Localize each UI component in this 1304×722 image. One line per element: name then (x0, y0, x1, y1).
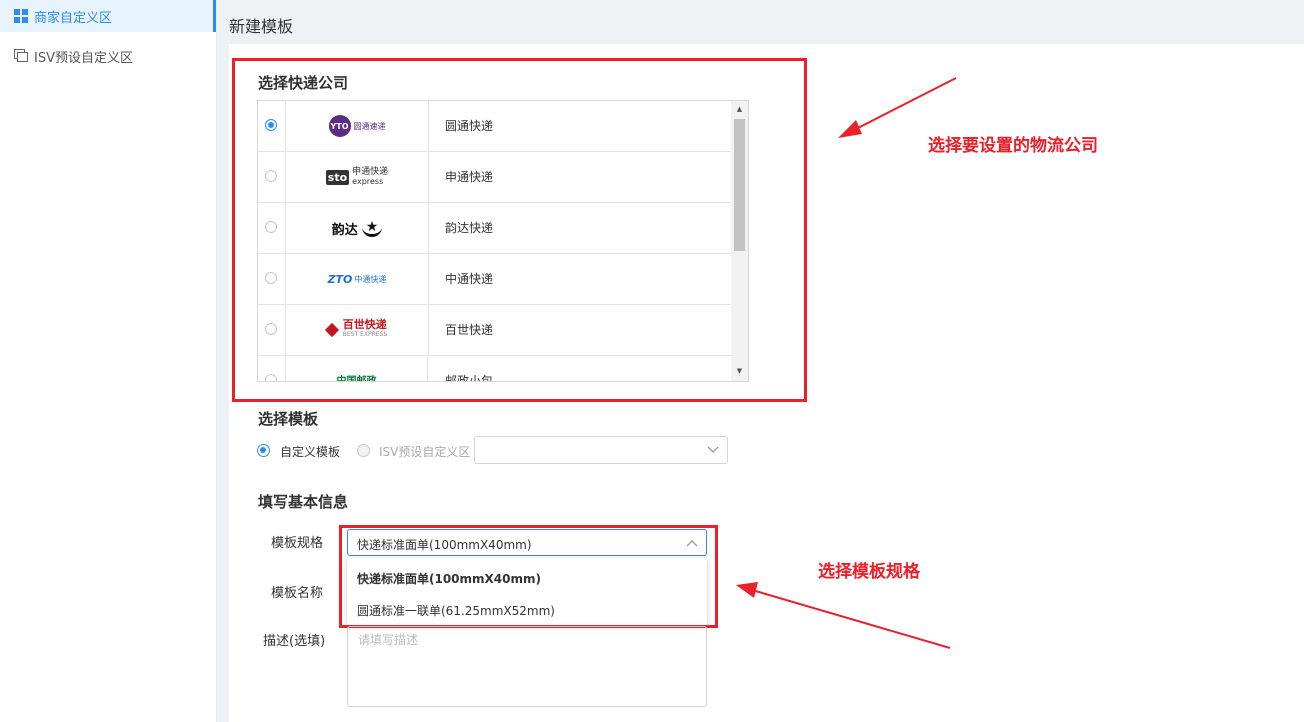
sidebar-item-merchant-custom[interactable]: 商家自定义区 (0, 0, 216, 32)
template-isv-label: ISV预设自定义区 (379, 445, 471, 459)
sidebar-item-label: ISV预设自定义区 (34, 50, 133, 66)
sidebar: 商家自定义区 ISV预设自定义区 (0, 0, 217, 722)
arrow-pointer-icon (736, 582, 951, 649)
desc-placeholder: 请填写描述 (358, 633, 419, 647)
template-custom-radio[interactable] (257, 444, 270, 457)
chevron-down-icon (707, 446, 719, 453)
spec-highlight-box (339, 525, 718, 628)
template-custom-label: 自定义模板 (280, 445, 341, 459)
desc-label: 描述(选填) (263, 634, 326, 649)
template-section-title: 选择模板 (258, 410, 319, 428)
page-header: 新建模板 (229, 0, 1304, 44)
isv-template-select[interactable] (474, 436, 728, 464)
sidebar-item-label: 商家自定义区 (34, 10, 113, 26)
desc-textarea[interactable]: 请填写描述 (347, 626, 707, 707)
content-gutter (217, 0, 229, 722)
grid-icon (14, 9, 28, 23)
courier-highlight-box (232, 58, 807, 402)
spec-label: 模板规格 (271, 536, 324, 551)
courier-callout: 选择要设置的物流公司 (928, 136, 1098, 156)
page-title: 新建模板 (229, 17, 294, 36)
template-isv-radio[interactable] (357, 444, 370, 457)
sidebar-item-isv-preset[interactable]: ISV预设自定义区 (0, 40, 216, 72)
window-icon (14, 49, 28, 62)
name-label: 模板名称 (271, 586, 324, 601)
basic-info-title: 填写基本信息 (258, 493, 349, 511)
